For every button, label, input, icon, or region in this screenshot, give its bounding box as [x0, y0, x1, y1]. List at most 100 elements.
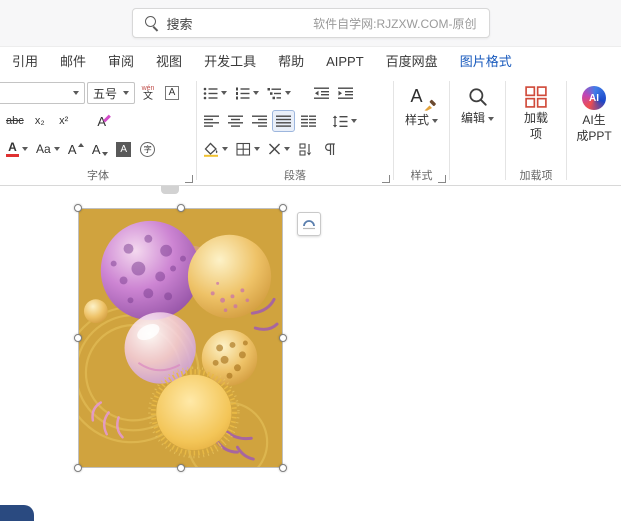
chevron-down-icon — [254, 147, 260, 151]
document-canvas[interactable] — [0, 186, 621, 521]
corner-badge — [0, 505, 34, 521]
ai-button-label-line2: 成PPT — [576, 128, 612, 143]
ai-button-label-line1: AI生 — [582, 113, 606, 127]
align-left-button[interactable] — [200, 110, 222, 132]
tab-aippt[interactable]: AIPPT — [315, 47, 375, 76]
borders-button[interactable] — [233, 138, 263, 160]
selection-handle-sw[interactable] — [74, 464, 82, 472]
styles-button-label: 样式 — [404, 113, 429, 127]
chevron-down-icon — [222, 147, 228, 151]
increase-indent-button[interactable] — [334, 82, 356, 104]
document-image[interactable] — [79, 209, 282, 467]
title-search-bar: 搜索 软件自学网:RJZXW.COM-原创 — [0, 0, 621, 47]
strikethrough-button[interactable]: abc — [3, 110, 27, 132]
ruler-marker — [161, 186, 179, 194]
clear-formatting-button[interactable]: A — [91, 110, 113, 132]
selection-handle-n[interactable] — [176, 204, 185, 212]
align-center-button[interactable] — [224, 110, 246, 132]
chevron-down-icon — [53, 147, 60, 151]
editing-button-label: 编辑 — [460, 111, 485, 125]
character-border-icon: A — [164, 86, 180, 100]
font-dialog-launcher-icon[interactable] — [185, 175, 193, 183]
phonetic-guide-button[interactable]: wén 文 — [137, 82, 159, 104]
editing-group: 编辑 — [450, 76, 505, 185]
selection-handle-ne[interactable] — [279, 204, 287, 212]
multilevel-list-button[interactable] — [264, 82, 294, 104]
tab-help[interactable]: 帮助 — [267, 47, 315, 76]
ai-generate-ppt-button[interactable]: AI AI生 成PPT — [570, 80, 618, 146]
layout-options-icon — [303, 220, 315, 230]
font-name-select[interactable] — [0, 82, 85, 104]
addins-button-label-line1: 加载 — [523, 111, 548, 125]
chevron-down-icon — [432, 118, 438, 123]
styles-dialog-launcher-icon[interactable] — [438, 175, 446, 183]
layout-options-button[interactable] — [297, 212, 321, 236]
addins-button[interactable]: 加载 项 — [509, 80, 563, 144]
strikethrough-icon: abc — [6, 115, 24, 127]
addins-group-label: 加载项 — [519, 170, 553, 182]
numbered-list-button[interactable] — [232, 82, 262, 104]
editing-button[interactable]: 编辑 — [453, 80, 502, 128]
bullet-list-button[interactable] — [200, 82, 230, 104]
selection-handle-w[interactable] — [74, 334, 82, 342]
decrease-indent-button[interactable] — [310, 82, 332, 104]
selection-handle-s[interactable] — [176, 464, 185, 472]
paragraph-group: 段落 — [197, 76, 393, 185]
font-color-button[interactable]: A — [3, 138, 31, 160]
tab-mailings[interactable]: 邮件 — [49, 47, 97, 76]
font-size-value: 五号 — [93, 86, 118, 101]
selection-handle-e[interactable] — [279, 334, 287, 342]
asian-layout-icon — [268, 143, 281, 155]
tab-baidu-netdisk[interactable]: 百度网盘 — [375, 47, 449, 76]
selected-image-frame[interactable] — [74, 204, 287, 472]
selection-handle-nw[interactable] — [74, 204, 82, 212]
ribbon: 五号 wén 文 A abc x₂ x² A A Aa A A A 字 字体 段… — [0, 76, 621, 186]
multilevel-list-icon — [267, 87, 281, 99]
selection-handle-se[interactable] — [279, 464, 287, 472]
character-border-button[interactable]: A — [161, 82, 183, 104]
tab-developer[interactable]: 开发工具 — [193, 47, 267, 76]
shrink-font-button[interactable]: A — [89, 138, 111, 160]
grow-font-icon: A — [68, 142, 84, 156]
styles-group: A 样式 样式 — [394, 76, 449, 185]
align-left-icon — [203, 115, 219, 127]
tab-view[interactable]: 视图 — [145, 47, 193, 76]
justify-button[interactable] — [272, 110, 295, 132]
ai-logo-icon: AI — [582, 86, 606, 110]
asian-layout-button[interactable] — [265, 138, 293, 160]
search-icon — [144, 16, 159, 30]
increase-indent-icon — [337, 87, 353, 99]
align-right-icon — [251, 115, 267, 127]
grow-font-button[interactable]: A — [65, 138, 87, 160]
align-right-button[interactable] — [248, 110, 270, 132]
character-shading-button[interactable]: A — [113, 138, 135, 160]
align-center-icon — [227, 115, 243, 127]
distribute-text-icon — [300, 114, 316, 128]
search-input[interactable]: 搜索 软件自学网:RJZXW.COM-原创 — [131, 8, 490, 38]
superscript-button[interactable]: x² — [53, 110, 75, 132]
tab-references[interactable]: 引用 — [1, 47, 49, 76]
tab-review[interactable]: 审阅 — [97, 47, 145, 76]
chevron-down-icon — [488, 116, 494, 121]
chevron-down-icon — [285, 91, 291, 95]
shrink-font-icon: A — [92, 143, 108, 156]
font-group: 五号 wén 文 A abc x₂ x² A A Aa A A A 字 字体 — [0, 76, 196, 185]
chevron-down-icon — [123, 91, 129, 95]
change-case-button[interactable]: Aa — [33, 138, 63, 160]
shading-button[interactable] — [200, 138, 231, 160]
subscript-button[interactable]: x₂ — [29, 110, 51, 132]
styles-brush-icon: A — [408, 86, 436, 111]
line-spacing-button[interactable] — [329, 110, 360, 132]
styles-button[interactable]: A 样式 — [397, 80, 446, 130]
magnifier-icon — [468, 88, 487, 106]
enclose-characters-button[interactable]: 字 — [137, 138, 159, 160]
tab-picture-format[interactable]: 图片格式 — [449, 47, 523, 76]
chevron-down-icon — [351, 119, 357, 123]
show-marks-button[interactable] — [319, 138, 341, 160]
paragraph-dialog-launcher-icon[interactable] — [382, 175, 390, 183]
font-size-select[interactable]: 五号 — [87, 82, 135, 104]
justify-icon — [276, 115, 291, 127]
line-spacing-icon — [332, 115, 348, 127]
sort-button[interactable] — [295, 138, 317, 160]
distribute-text-button[interactable] — [297, 110, 319, 132]
